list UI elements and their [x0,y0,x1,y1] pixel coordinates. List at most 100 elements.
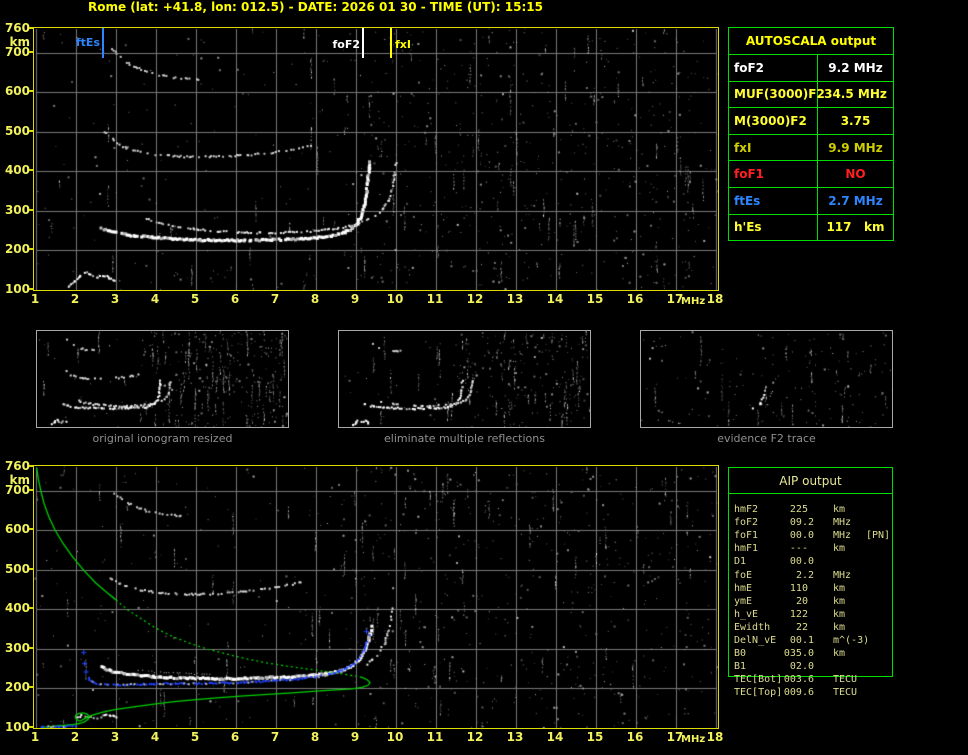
y-axis-tick [29,248,33,250]
aip-cell: MHz [833,530,851,541]
y-axis-tick [29,169,33,171]
aip-row-B1: B102.0 [728,661,898,674]
aip-cell: km [833,622,845,633]
y-axis-tick-label: 500 [0,124,30,138]
aip-cell: D1 [734,556,746,567]
aip-cell: km [833,504,845,515]
panel-original-ionogram [36,330,289,428]
aip-cell: foF2 [734,517,758,528]
x-axis-tick-label: 1 [23,730,47,744]
y-axis-tick [29,209,33,211]
x-axis-tick-label: 6 [223,730,247,744]
autoscala-row-M(3000)F2: M(3000)F23.75 [729,108,893,135]
x-axis-tick-label: 10 [383,292,407,306]
autoscala-row-label: h'Es [729,215,818,241]
autoscala-row-ftEs: ftEs2.7 MHz [729,188,893,215]
panel-evidence-f2 [640,330,893,428]
x-axis-tick-label: 8 [303,730,327,744]
y-axis-tick [29,528,33,530]
autoscala-row-value: NO [818,161,893,187]
autoscala-row-MUF(3000)F2: MUF(3000)F234.5 MHz [729,82,893,109]
aip-cell: hmF2 [734,504,758,515]
fxI-marker-line [390,28,392,58]
x-axis-tick-label: 4 [143,730,167,744]
aip-cell: MHz [833,570,851,581]
autoscala-table-header: AUTOSCALA output [729,28,893,55]
aip-cell: TECU [833,674,857,685]
x-axis-tick-label: 11 [423,292,447,306]
y-axis-tick [29,686,33,688]
y-axis-tick-label: 500 [0,562,30,576]
aip-cell: hmF1 [734,543,758,554]
page-title: Rome (lat: +41.8, lon: 012.5) - DATE: 20… [88,0,543,14]
aip-row-hmF1: hmF1 --- km [728,543,898,556]
autoscala-row-label: MUF(3000)F2 [729,82,818,108]
panel-eliminate-reflections-label: eliminate multiple reflections [338,432,591,445]
aip-row-hmF2: hmF2 225 km [728,504,898,517]
top-ionogram-canvas [34,28,718,290]
panel-eliminate-reflections [338,330,591,428]
autoscala-row-label: M(3000)F2 [729,108,818,134]
panel-evidence-f2-label: evidence F2 trace [640,432,893,445]
x-axis-tick-label: 18 [703,292,727,306]
autoscala-row-fxI: fxI9.9 MHz [729,135,893,162]
x-axis-tick-label: 5 [183,292,207,306]
aip-cell: foF1 [734,530,758,541]
aip-table-header: AIP output [729,468,892,494]
ftEs-marker-line [102,28,104,58]
ftes-marker-label: ftEs [70,36,100,49]
aip-cell: 22 [776,622,814,633]
x-axis-tick-label: 15 [583,730,607,744]
x-axis-tick-label: 16 [623,730,647,744]
aip-cell: 02.0 [776,661,814,672]
autoscala-row-label: fxI [729,135,818,161]
aip-cell: m^(-3) [833,635,869,646]
aip-cell: 035.0 [776,648,814,659]
aip-cell: 20 [776,596,814,607]
aip-cell: h_vE [734,609,758,620]
aip-cell: --- [776,543,814,554]
aip-cell: km [833,543,845,554]
y-axis-tick [29,27,33,29]
x-axis-tick-label: 7 [263,292,287,306]
panel-original-ionogram-canvas [37,331,288,427]
aip-row-ymE: ymE20 km [728,596,898,609]
aip-row-foF2: foF209.2MHz [728,517,898,530]
y-axis-unit-label: km [0,473,30,487]
autoscala-row-value: 34.5 MHz [818,82,893,108]
y-axis-tick-label: 400 [0,601,30,615]
autoscala-row-value: 9.9 MHz [818,135,893,161]
x-axis-tick-label: 11 [423,730,447,744]
autoscala-row-foF1: foF1NO [729,161,893,188]
x-axis-tick-label: 1 [23,292,47,306]
aip-cell: 122 [776,609,814,620]
fxi-marker-label: fxI [395,38,411,51]
aip-cell: [PN] [866,530,890,541]
autoscala-row-label: foF2 [729,55,818,81]
x-axis-tick-label: 15 [583,292,607,306]
autoscala-output-table: AUTOSCALA output foF29.2 MHzMUF(3000)F23… [728,27,894,241]
aip-row-foE: foE2.2MHz [728,570,898,583]
aip-row-Ewidth: Ewidth22 km [728,622,898,635]
y-axis-tick [29,568,33,570]
aip-row-B0: B0035.0km [728,648,898,661]
aip-row-D1: D100.0 [728,556,898,569]
autoscala-row-label: ftEs [729,188,818,214]
aip-row-DelN_vE: DelN_vE00.1m^(-3) [728,635,898,648]
autoscala-app-window: Rome (lat: +41.8, lon: 012.5) - DATE: 20… [0,0,968,755]
autoscala-row-label: foF1 [729,161,818,187]
aip-cell: 225 [776,504,814,515]
y-axis-tick-label: 600 [0,522,30,536]
x-axis-tick-label: 16 [623,292,647,306]
aip-cell: TEC[Bot] [734,674,782,685]
x-axis-tick-label: 5 [183,730,207,744]
x-axis-tick-label: 9 [343,730,367,744]
aip-cell: 003.6 [776,674,814,685]
y-axis-tick [29,465,33,467]
aip-cell: TECU [833,687,857,698]
aip-cell: B0 [734,648,746,659]
x-axis-tick-label: 2 [63,292,87,306]
aip-row-hmE: hmE110 km [728,583,898,596]
y-axis-tick-label: 600 [0,84,30,98]
y-axis-unit-label: km [0,35,30,49]
